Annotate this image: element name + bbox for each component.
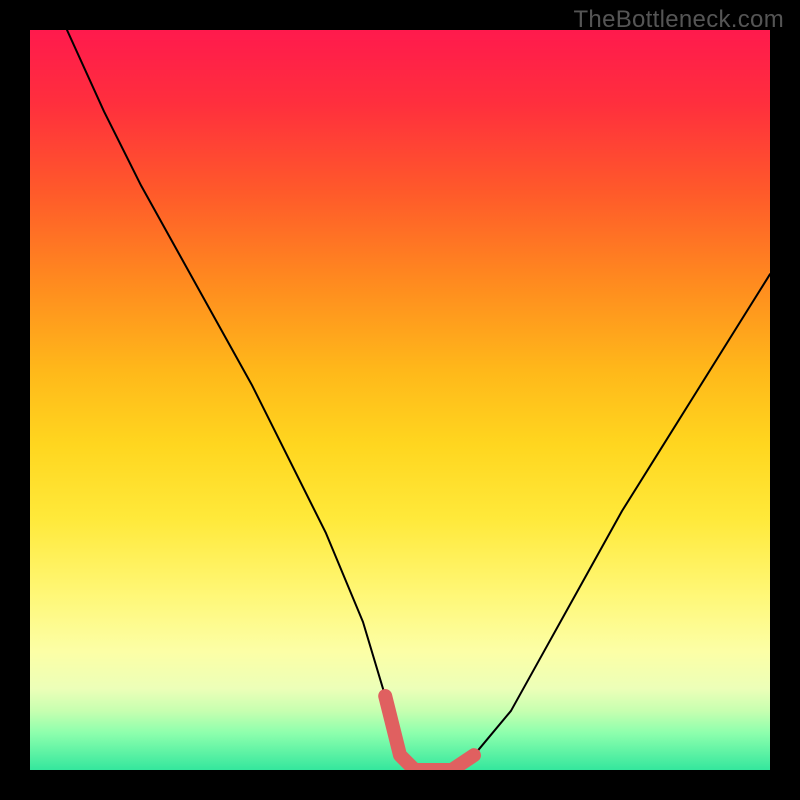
curve-line (67, 30, 770, 770)
bottom-highlight-line (385, 696, 474, 770)
chart-frame: TheBottleneck.com (0, 0, 800, 800)
watermark-text: TheBottleneck.com (573, 6, 784, 34)
chart-svg (30, 30, 770, 770)
